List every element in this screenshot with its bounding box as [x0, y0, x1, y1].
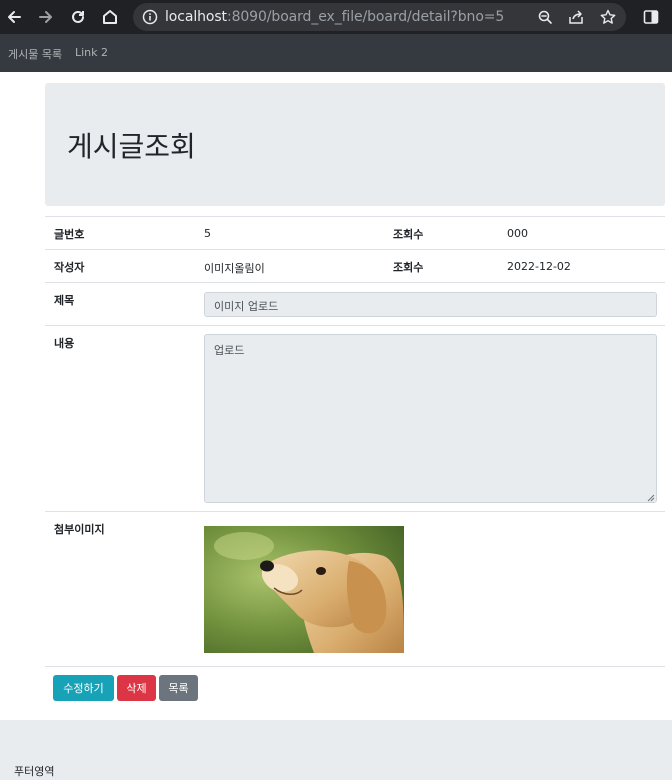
writer-label: 작성자 — [54, 261, 85, 274]
attached-image — [204, 526, 404, 653]
resize-handle-icon[interactable] — [646, 492, 655, 502]
views-value: 000 — [507, 227, 528, 240]
bookmark-star-icon[interactable] — [600, 9, 616, 29]
date-value: 2022-12-02 — [507, 260, 571, 273]
reload-icon[interactable] — [68, 7, 88, 27]
url-text: localhost:8090/board_ex_file/board/detai… — [165, 9, 504, 25]
side-panel-icon[interactable] — [641, 7, 661, 27]
table-divider — [45, 325, 665, 326]
content-textarea[interactable]: 업로드 — [204, 334, 657, 503]
table-divider — [45, 216, 665, 217]
page-title: 게시글조회 — [67, 130, 196, 163]
url-path: :8090/board_ex_file/board/detail?bno=5 — [226, 9, 505, 25]
back-icon[interactable] — [4, 7, 24, 27]
writer-value: 이미지올림이 — [204, 262, 265, 275]
table-divider — [45, 282, 665, 283]
date-label: 조회수 — [393, 261, 424, 274]
url-host: localhost — [165, 9, 227, 25]
attach-label: 첨부이미지 — [54, 523, 105, 536]
content-textarea-value: 업로드 — [214, 344, 245, 357]
delete-button[interactable]: 삭제 — [117, 675, 156, 701]
table-divider — [45, 511, 665, 512]
footer: 푸터영역 — [0, 720, 672, 780]
site-info-icon[interactable] — [142, 9, 158, 29]
nav-link-2[interactable]: Link 2 — [75, 46, 108, 59]
edit-button[interactable]: 수정하기 — [53, 675, 114, 701]
bno-value: 5 — [204, 227, 211, 240]
table-divider — [45, 249, 665, 250]
content-label: 내용 — [54, 337, 75, 350]
title-field-value: 이미지 업로드 — [214, 300, 279, 313]
share-icon[interactable] — [568, 9, 584, 29]
top-navbar: 게시물 목록 Link 2 — [0, 34, 672, 72]
browser-toolbar: localhost:8090/board_ex_file/board/detai… — [0, 0, 672, 34]
forward-icon[interactable] — [36, 7, 56, 27]
title-label: 제목 — [54, 294, 75, 307]
views-label: 조회수 — [393, 228, 424, 241]
title-field[interactable]: 이미지 업로드 — [204, 292, 657, 317]
address-bar[interactable]: localhost:8090/board_ex_file/board/detai… — [133, 3, 626, 31]
bno-label: 글번호 — [54, 228, 85, 241]
zoom-icon[interactable] — [537, 9, 553, 29]
home-icon[interactable] — [100, 7, 120, 27]
footer-text: 푸터영역 — [14, 765, 55, 778]
table-divider — [45, 666, 665, 667]
nav-link-board-list[interactable]: 게시물 목록 — [8, 46, 62, 62]
list-button[interactable]: 목록 — [159, 675, 198, 701]
page-header: 게시글조회 — [45, 83, 665, 206]
